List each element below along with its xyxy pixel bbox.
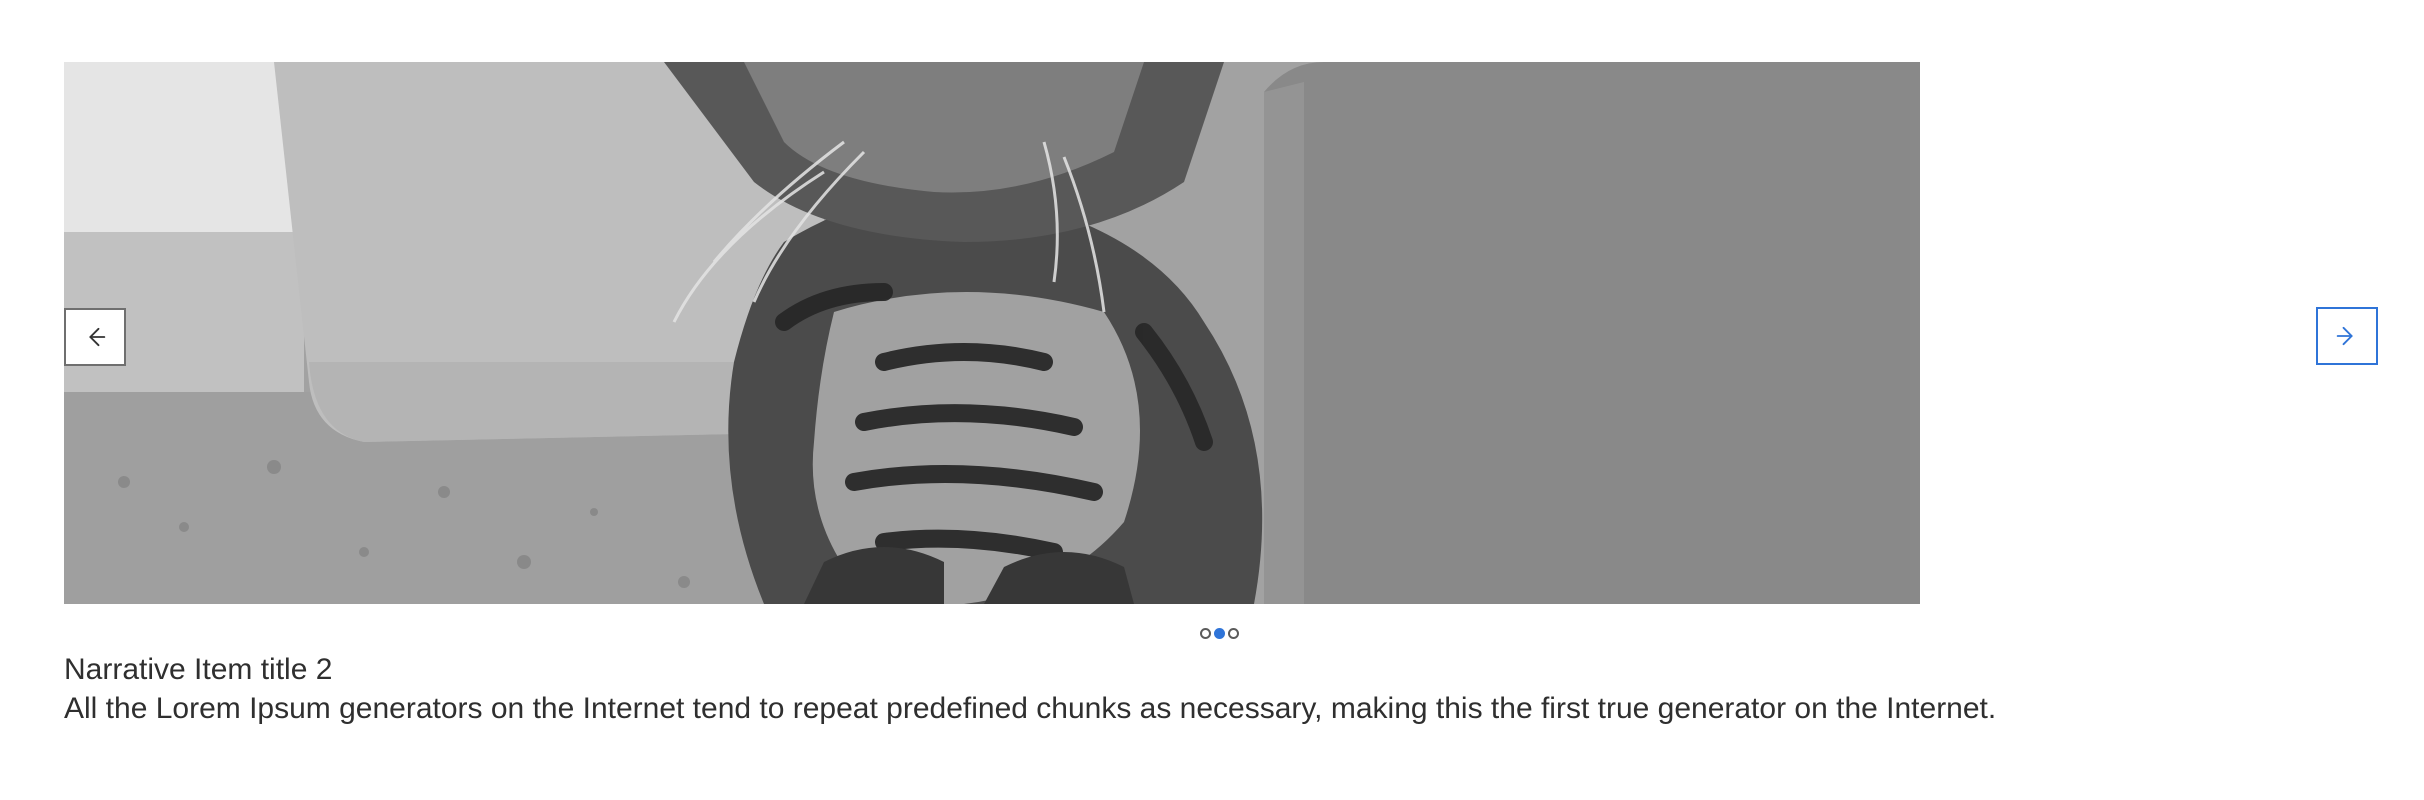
kitten-photo	[64, 62, 1920, 604]
slide-caption: Narrative Item title 2 All the Lorem Ips…	[64, 650, 2264, 728]
pagination-dot-3[interactable]	[1228, 627, 1239, 639]
narrative-carousel: Narrative Item title 2 All the Lorem Ips…	[0, 0, 2424, 800]
carousel-pagination	[1200, 626, 1239, 640]
arrow-right-icon	[2333, 322, 2361, 350]
slide-image	[64, 62, 1920, 604]
slide-description: All the Lorem Ipsum generators on the In…	[64, 692, 1997, 725]
pagination-dot-2[interactable]	[1214, 627, 1225, 639]
previous-slide-button[interactable]	[64, 308, 126, 366]
next-slide-button[interactable]	[2316, 307, 2378, 365]
arrow-left-icon	[81, 323, 109, 351]
pagination-dot-1[interactable]	[1200, 627, 1211, 639]
slide-title: Narrative Item title 2	[64, 653, 333, 686]
